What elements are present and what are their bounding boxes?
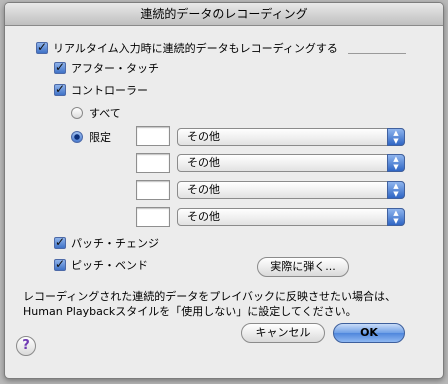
popup-arrows-icon: ▲ ▼: [387, 128, 405, 146]
title-bar: 連続的データのレコーディング: [5, 3, 443, 26]
radio-limited-label: 限定: [89, 131, 111, 144]
ok-button[interactable]: OK: [333, 323, 405, 343]
controller-number-field-3[interactable]: [136, 180, 170, 200]
cancel-button[interactable]: キャンセル: [241, 323, 325, 343]
window-title: 連続的データのレコーディング: [140, 7, 308, 21]
pitch-bend-checkbox[interactable]: [54, 257, 66, 271]
patch-change-checkbox[interactable]: [54, 235, 66, 249]
info-text: レコーディングされた連続的データをプレイバックに反映させたい場合は、 Human…: [23, 289, 396, 319]
help-button[interactable]: ?: [16, 336, 36, 356]
play-actual-button[interactable]: 実際に弾く...: [257, 257, 349, 277]
controller-label: コントローラー: [71, 84, 148, 97]
aftertouch-label: アフター・タッチ: [71, 62, 159, 75]
controller-number-field-1[interactable]: [136, 126, 170, 146]
controller-number-field-4[interactable]: [136, 207, 170, 227]
controller-checkbox[interactable]: [54, 82, 66, 96]
record-continuous-label: リアルタイム入力時に連続的データもレコーディングする: [53, 42, 338, 55]
popup-value: その他: [187, 183, 220, 196]
controller-popup-3[interactable]: その他 ▲ ▼: [177, 181, 405, 199]
radio-all[interactable]: [71, 107, 83, 119]
popup-value: その他: [187, 156, 220, 169]
popup-value: その他: [187, 130, 220, 143]
popup-arrows-icon: ▲ ▼: [387, 181, 405, 199]
record-continuous-checkbox[interactable]: [36, 40, 48, 54]
patch-change-label: パッチ・チェンジ: [71, 237, 159, 250]
popup-value: その他: [187, 210, 220, 223]
popup-arrows-icon: ▲ ▼: [387, 154, 405, 172]
aftertouch-checkbox[interactable]: [54, 60, 66, 74]
controller-popup-2[interactable]: その他 ▲ ▼: [177, 154, 405, 172]
separator-line: [348, 53, 406, 54]
dialog-window: 連続的データのレコーディング リアルタイム入力時に連続的データもレコーディングす…: [4, 2, 444, 379]
popup-arrows-icon: ▲ ▼: [387, 208, 405, 226]
radio-all-label: すべて: [89, 107, 121, 120]
info-line-2: Human Playbackスタイルを「使用しない」に設定してください。: [23, 305, 357, 318]
controller-number-field-2[interactable]: [136, 153, 170, 173]
pitch-bend-label: ピッチ・ベンド: [71, 259, 148, 272]
controller-popup-1[interactable]: その他 ▲ ▼: [177, 128, 405, 146]
controller-popup-4[interactable]: その他 ▲ ▼: [177, 208, 405, 226]
radio-limited[interactable]: [71, 131, 83, 143]
info-line-1: レコーディングされた連続的データをプレイバックに反映させたい場合は、: [23, 290, 397, 303]
